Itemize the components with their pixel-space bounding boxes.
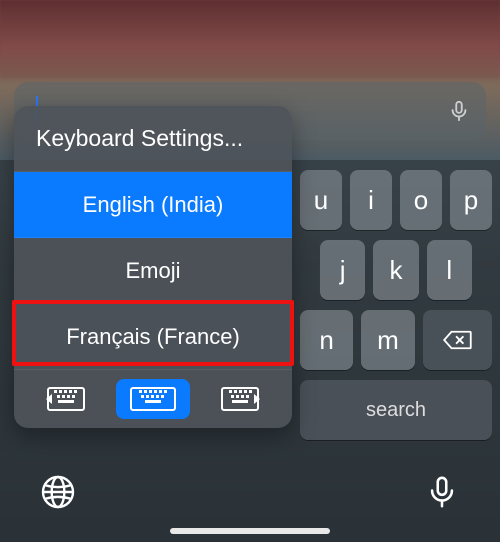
key-o[interactable]: o [400, 170, 442, 230]
key-label: i [368, 185, 374, 216]
key-m[interactable]: m [361, 310, 414, 370]
home-indicator[interactable] [170, 528, 330, 534]
key-label: l [446, 255, 452, 286]
dock-full-button[interactable] [116, 379, 190, 419]
key-u[interactable]: u [300, 170, 342, 230]
key-label: j [340, 255, 346, 286]
keyboard-bottom-bar [0, 456, 500, 542]
keyboard-settings-item[interactable]: Keyboard Settings... [14, 106, 292, 172]
backspace-key[interactable] [423, 310, 492, 370]
key-n[interactable]: n [300, 310, 353, 370]
key-row-1: u i o p [300, 170, 492, 230]
key-row-4: search [300, 380, 492, 440]
globe-icon [40, 474, 76, 510]
key-label: o [414, 185, 428, 216]
keyboard-dock-left-icon [47, 387, 85, 411]
keyboard-dock-right-icon [221, 387, 259, 411]
dictation-icon[interactable] [446, 98, 472, 124]
mic-button[interactable] [420, 470, 464, 514]
keyboard-switcher-popover: Keyboard Settings... English (India) Emo… [14, 106, 292, 428]
language-emoji[interactable]: Emoji [14, 238, 292, 304]
item-label: Français (France) [66, 324, 240, 350]
key-label: k [389, 255, 402, 286]
keyboard-full-icon [130, 387, 176, 411]
status-blur [0, 0, 500, 78]
key-k[interactable]: k [373, 240, 418, 300]
key-label: search [366, 399, 426, 422]
key-label: u [314, 185, 328, 216]
language-english-india[interactable]: English (India) [14, 172, 292, 238]
search-key[interactable]: search [300, 380, 492, 440]
mic-icon [425, 475, 459, 509]
backspace-icon [442, 329, 472, 351]
key-label: m [377, 325, 399, 356]
key-p[interactable]: p [450, 170, 492, 230]
dock-right-button[interactable] [203, 379, 277, 419]
dock-left-button[interactable] [29, 379, 103, 419]
key-label: n [319, 325, 333, 356]
key-l[interactable]: l [427, 240, 472, 300]
item-label: Keyboard Settings... [36, 125, 243, 152]
key-row-3: n m [300, 310, 492, 370]
keyboard-mode-row [14, 370, 292, 428]
key-i[interactable]: i [350, 170, 392, 230]
item-label: English (India) [83, 192, 224, 218]
key-j[interactable]: j [320, 240, 365, 300]
screen: u i o p j k l n m search [0, 0, 500, 542]
key-label: p [464, 185, 478, 216]
key-row-2: j k l [320, 240, 472, 300]
item-label: Emoji [125, 258, 180, 284]
language-francais-france[interactable]: Français (France) [14, 304, 292, 370]
globe-button[interactable] [36, 470, 80, 514]
